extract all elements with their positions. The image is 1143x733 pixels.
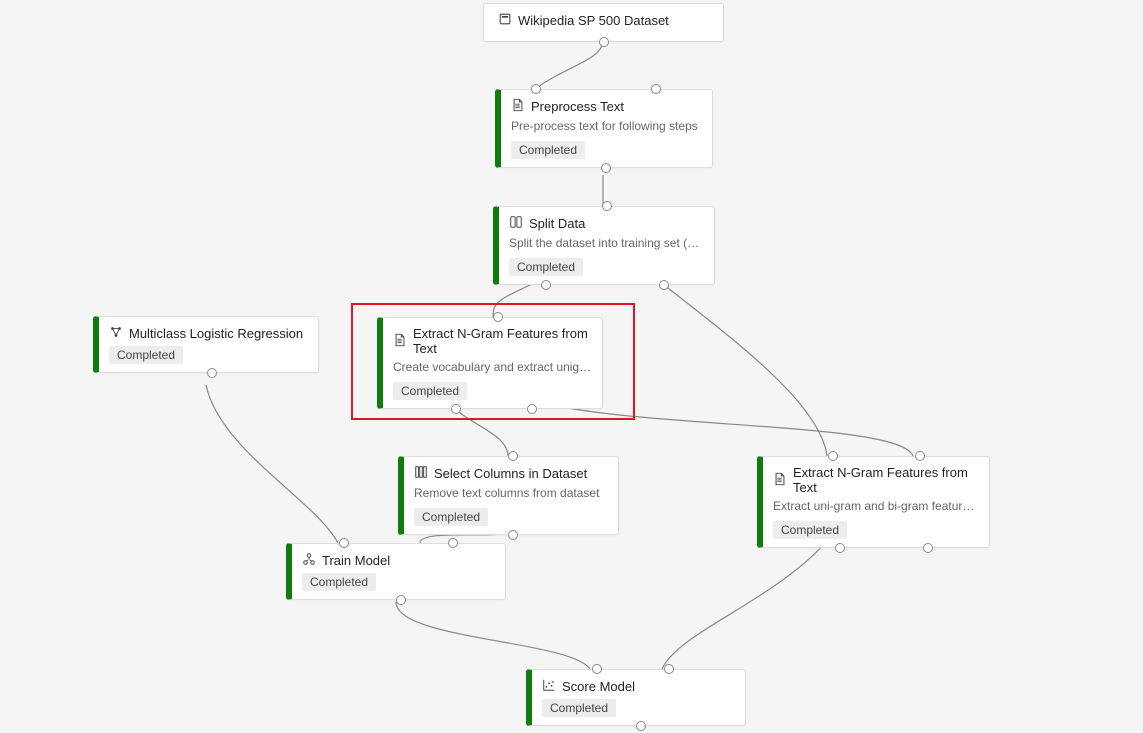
node-split-data[interactable]: Split Data Split the dataset into traini… [493, 206, 715, 285]
output-port[interactable] [601, 163, 611, 173]
output-port-1[interactable] [835, 543, 845, 553]
status-badge: Completed [414, 508, 488, 526]
output-port-1[interactable] [451, 404, 461, 414]
input-port-2[interactable] [664, 664, 674, 674]
node-train-model[interactable]: Train Model Completed [286, 543, 506, 600]
document-icon [511, 98, 525, 115]
input-port[interactable] [602, 201, 612, 211]
node-subtitle: Pre-process text for following steps [511, 119, 702, 135]
node-select-columns[interactable]: Select Columns in Dataset Remove text co… [398, 456, 619, 535]
output-port[interactable] [396, 595, 406, 605]
node-multiclass-logistic-regression[interactable]: Multiclass Logistic Regression Completed [93, 316, 319, 373]
input-port-1[interactable] [828, 451, 838, 461]
status-badge: Completed [393, 382, 467, 400]
status-badge: Completed [109, 346, 183, 364]
node-wikipedia-dataset[interactable]: Wikipedia SP 500 Dataset [483, 3, 724, 42]
document-icon [393, 333, 407, 350]
input-port-1[interactable] [592, 664, 602, 674]
node-subtitle: Remove text columns from dataset [414, 486, 608, 502]
node-title: Extract N-Gram Features from Text [793, 465, 979, 495]
scatter-icon [542, 678, 556, 695]
input-port-2[interactable] [915, 451, 925, 461]
node-title: Score Model [562, 679, 635, 694]
output-port-2[interactable] [659, 280, 669, 290]
node-score-model[interactable]: Score Model Completed [526, 669, 746, 726]
node-subtitle: Create vocabulary and extract unigram an… [393, 360, 592, 376]
input-port[interactable] [531, 84, 541, 94]
node-subtitle: Split the dataset into training set (0.5… [509, 236, 704, 252]
split-icon [509, 215, 523, 232]
output-port-1[interactable] [541, 280, 551, 290]
document-icon [773, 472, 787, 489]
node-title: Train Model [322, 553, 390, 568]
output-port-2[interactable] [923, 543, 933, 553]
input-port[interactable] [508, 451, 518, 461]
status-badge: Completed [542, 699, 616, 717]
output-port[interactable] [636, 721, 646, 731]
node-title: Multiclass Logistic Regression [129, 326, 303, 341]
input-port-2[interactable] [651, 84, 661, 94]
status-badge: Completed [509, 258, 583, 276]
status-badge: Completed [773, 521, 847, 539]
node-extract-ngram-1[interactable]: Extract N-Gram Features from Text Create… [377, 317, 603, 409]
node-title: Select Columns in Dataset [434, 466, 587, 481]
node-preprocess-text[interactable]: Preprocess Text Pre-process text for fol… [495, 89, 713, 168]
model-icon [109, 325, 123, 342]
node-title: Split Data [529, 216, 585, 231]
output-port[interactable] [207, 368, 217, 378]
output-port-2[interactable] [527, 404, 537, 414]
node-extract-ngram-2[interactable]: Extract N-Gram Features from Text Extrac… [757, 456, 990, 548]
node-subtitle: Extract uni-gram and bi-gram features wi… [773, 499, 979, 515]
input-port-2[interactable] [448, 538, 458, 548]
train-icon [302, 552, 316, 569]
input-port[interactable] [493, 312, 503, 322]
output-port[interactable] [599, 37, 609, 47]
dataset-icon [498, 12, 512, 29]
status-badge: Completed [511, 141, 585, 159]
node-title: Wikipedia SP 500 Dataset [518, 13, 669, 28]
status-badge: Completed [302, 573, 376, 591]
columns-icon [414, 465, 428, 482]
node-title: Extract N-Gram Features from Text [413, 326, 592, 356]
node-title: Preprocess Text [531, 99, 624, 114]
input-port-1[interactable] [339, 538, 349, 548]
output-port[interactable] [508, 530, 518, 540]
